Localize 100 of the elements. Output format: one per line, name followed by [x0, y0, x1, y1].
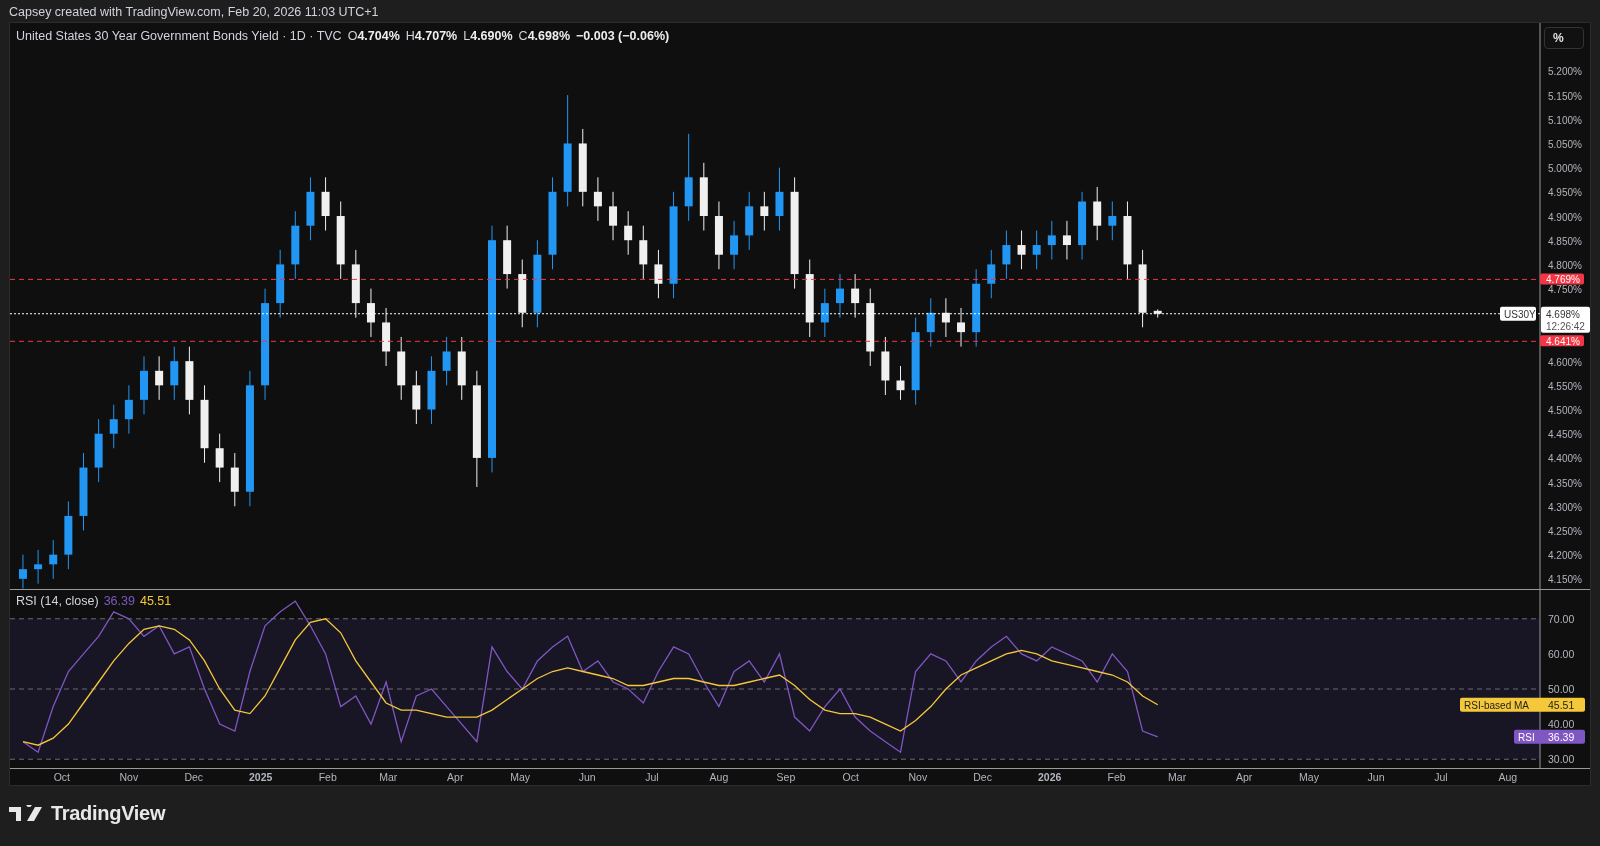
time-axis-label: Feb: [318, 771, 337, 783]
rsi-value-badge: RSI 36.39: [1514, 729, 1585, 744]
time-axis-label: Jun: [578, 771, 596, 783]
candle: [745, 191, 754, 251]
candle: [18, 554, 27, 589]
axis-tick-label: 4.500%: [1548, 405, 1582, 416]
price-label-badge: 4.769%: [1540, 273, 1584, 285]
candle: [276, 249, 285, 319]
axis-tick-label: 30.00: [1548, 753, 1575, 766]
candle: [926, 297, 935, 348]
axis-tick-label: 4.200%: [1548, 550, 1582, 562]
time-axis-label: Oct: [53, 771, 71, 783]
axis-tick-label: 4.350%: [1548, 477, 1582, 489]
candle: [442, 336, 451, 386]
last-price-badge: 4.698% 12:26:42: [1541, 306, 1590, 333]
candle: [624, 210, 633, 256]
time-axis-label: 2025: [249, 771, 273, 783]
axis-tick-label: 4.600%: [1548, 356, 1582, 368]
time-axis-label: Dec: [973, 771, 992, 783]
candle: [140, 355, 148, 415]
candle: [896, 365, 905, 401]
logo-text: TradingView: [51, 802, 166, 825]
candle: [730, 220, 739, 270]
time-axis-label: Sep: [776, 771, 796, 783]
candle: [1108, 201, 1117, 241]
time-axis-label: Apr: [1236, 771, 1253, 783]
candle: [593, 176, 602, 222]
candle: [230, 452, 239, 507]
attribution-text: Capsey created with TradingView.com, Feb 20, 2026 11:03 UTC+1: [8, 4, 380, 21]
axis-tick-label: 5.200%: [1548, 66, 1582, 78]
candle: [94, 418, 103, 483]
change-value: −0.003 (−0.06%): [576, 29, 670, 43]
candle: [291, 210, 300, 280]
ohlc-value: L4.690%: [463, 29, 513, 43]
axis-tick-label: 4.950%: [1548, 187, 1582, 199]
ohlc-value: O4.704%: [347, 29, 400, 43]
time-axis-label: May: [510, 771, 530, 783]
logo-icon: [9, 804, 45, 823]
rsi-value-badge: RSI-based MA 45.51: [1460, 697, 1585, 712]
time-axis-label: Feb: [1107, 771, 1126, 783]
candle: [1047, 220, 1056, 261]
candle: [1153, 308, 1162, 319]
ohlc-value: H4.707%: [405, 29, 458, 43]
axis-tick-label: 4.750%: [1548, 284, 1582, 296]
candle: [987, 249, 996, 299]
axis-tick-label: 4.550%: [1548, 380, 1582, 392]
candle: [366, 288, 375, 338]
candle: [881, 336, 890, 396]
candle: [109, 404, 118, 449]
time-axis-label: 2026: [1037, 771, 1062, 783]
axis-tick-label: 5.150%: [1548, 90, 1582, 102]
candle: [775, 167, 784, 232]
candle: [941, 297, 950, 338]
candle: [518, 259, 527, 328]
candle: [1062, 220, 1071, 261]
rsi-legend-label: RSI (14, close): [16, 594, 99, 608]
axis-tick-label: 60.00: [1548, 647, 1575, 660]
symbol-title: United States 30 Year Government Bonds Yield · 1D · TVC: [16, 29, 342, 43]
axis-tick-label: 5.000%: [1548, 163, 1582, 175]
candle: [412, 370, 421, 425]
axis-tick-label: 4.150%: [1548, 574, 1582, 586]
candle: [503, 225, 512, 290]
axis-tick-label: 5.050%: [1548, 138, 1582, 150]
time-axis-label: Jun: [1367, 771, 1385, 783]
candle: [760, 191, 769, 232]
axis-tick-label: 4.300%: [1548, 501, 1582, 513]
candle: [34, 549, 43, 585]
time-axis-label: Nov: [908, 771, 928, 783]
ref-line-label: 4.769%: [1546, 273, 1581, 285]
ohlc-value: C4.698%: [518, 29, 571, 43]
axis-tick-label: 4.250%: [1548, 525, 1582, 537]
percent-scale-button[interactable]: %: [1544, 27, 1584, 49]
candle: [321, 176, 330, 232]
candle: [1002, 230, 1011, 280]
candle: [1078, 191, 1087, 261]
axis-tick-label: 40.00: [1548, 718, 1575, 731]
candle: [382, 307, 391, 367]
time-axis-label: Apr: [447, 771, 464, 783]
axis-tick-label: 5.100%: [1548, 114, 1582, 126]
candle: [1017, 230, 1026, 270]
candle: [714, 201, 723, 270]
time-axis-label: Dec: [184, 771, 204, 783]
rsi-legend-value: 45.51: [139, 594, 172, 608]
candle: [427, 355, 436, 425]
ref-line-label: 4.698%: [1546, 308, 1581, 320]
candle: [820, 288, 829, 338]
candle: [836, 273, 844, 319]
time-axis-label: May: [1299, 771, 1319, 783]
candle: [124, 384, 133, 435]
candle: [639, 225, 648, 280]
axis-tick-label: 4.900%: [1548, 211, 1582, 223]
candle: [306, 176, 315, 241]
time-axis-label: Aug: [709, 771, 729, 783]
candle: [699, 162, 708, 232]
candle: [215, 433, 224, 483]
axis-tick-label: 4.800%: [1548, 259, 1582, 271]
candle: [1093, 186, 1102, 241]
time-axis-label: Mar: [379, 771, 398, 783]
candle: [170, 346, 179, 401]
time-axis-label: Aug: [1498, 771, 1518, 783]
